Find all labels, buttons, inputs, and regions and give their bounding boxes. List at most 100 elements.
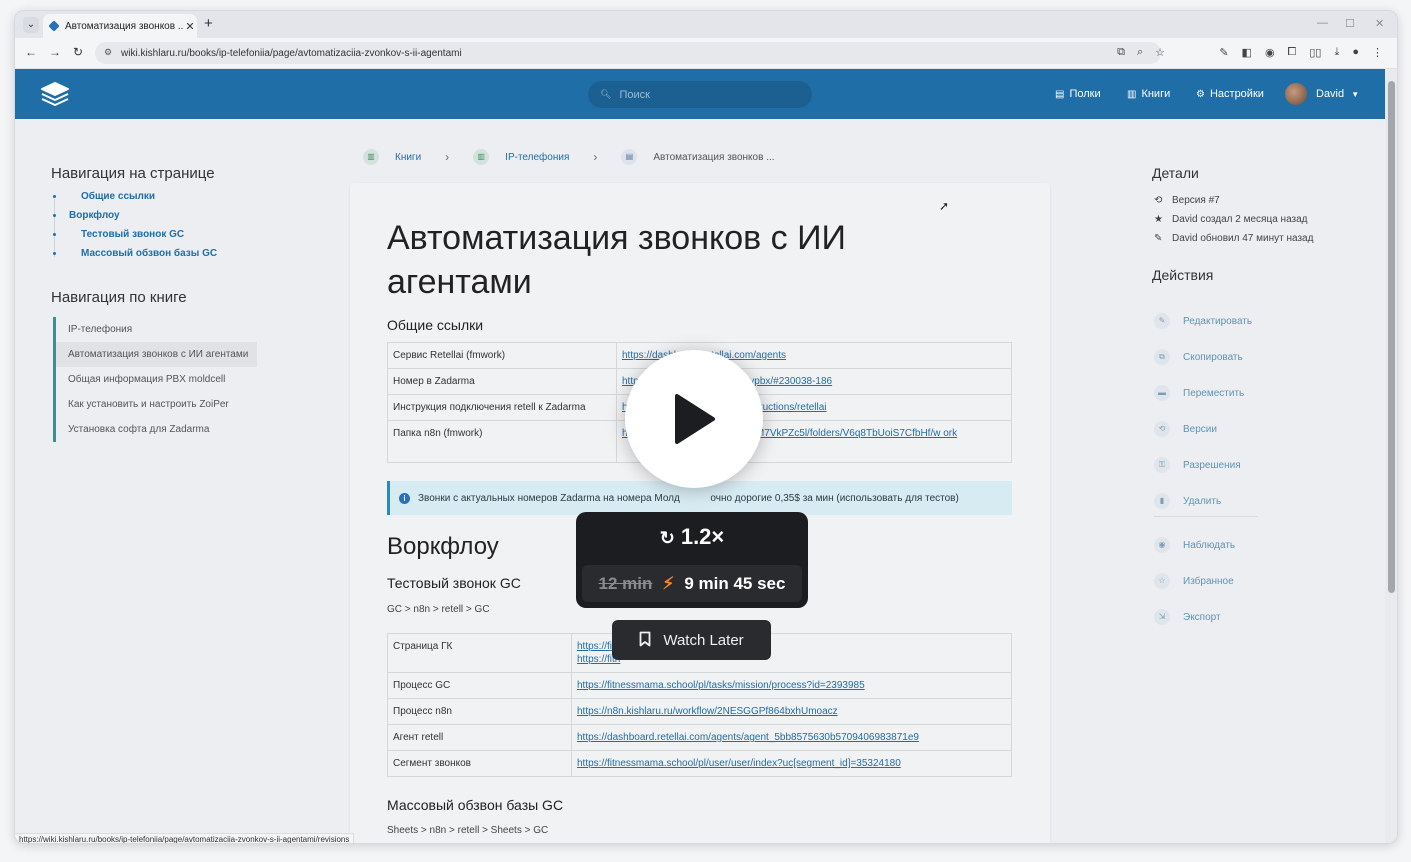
reading-mode-icon[interactable]: ▯▯ [1309,46,1321,59]
bookmark-icon [639,631,651,650]
url-text: wiki.kishlaru.ru/books/ip-telefoniia/pag… [121,47,462,59]
bookstack-favicon-icon [48,20,60,32]
watch-later-button[interactable]: Watch Later [612,620,771,660]
minimize-icon[interactable]: — [1317,17,1328,29]
section-heading: Воркфлоу [387,533,499,560]
breadcrumb-books[interactable]: Книги [395,152,421,163]
actions-list: ✎ Редактировать ⧉ Скопировать ▬ Переместить… [1154,303,1252,519]
action-favourite[interactable]: ☆ Избранное [1154,563,1235,599]
book-nav-title: Навигация по книге [51,289,187,306]
site-info-icon[interactable]: ⚙ [104,47,112,58]
nav-shelves-label: Полки [1069,88,1101,100]
page-nav-item[interactable]: Тестовый звонок GC [53,229,217,248]
nav-shelves[interactable]: ▤ Полки [1055,88,1101,100]
maximize-icon[interactable]: ☐ [1345,17,1355,30]
table-cell: Папка n8n (fmwork) [387,420,617,463]
book-nav-item[interactable]: Общая информация PBX moldcell [53,367,257,392]
page-scrollbar[interactable] [1385,69,1397,843]
table-cell: Сегмент звонков [387,750,572,777]
address-bar[interactable]: ⚙ wiki.kishlaru.ru/books/ip-telefoniia/p… [95,42,1161,64]
action-revisions[interactable]: ⟲ Версии [1154,411,1252,447]
lock-icon: ⚿ [1154,457,1170,473]
play-icon [675,394,715,444]
flow-text: GC > n8n > retell > GC [387,604,490,615]
profile-icon[interactable]: ● [1352,46,1359,59]
nav-settings-label: Настройки [1209,88,1264,100]
pencil-icon: ✎ [1154,313,1170,329]
zoom-icon[interactable]: ⌕ [1137,46,1143,59]
page-nav-item[interactable]: Воркфлоу [53,210,217,229]
action-move[interactable]: ▬ Переместить [1154,375,1252,411]
book-nav-item[interactable]: Как установить и настроить ZoiPer [53,392,257,417]
book-icon: ▥ [473,149,490,165]
bookmark-star-icon[interactable]: ☆ [1155,46,1165,59]
extension-eye-icon[interactable]: ◉ [1265,46,1275,59]
page-nav-link: Тестовый звонок GC [81,229,185,240]
table-cell: https://dashboard.retellai.com/agents/ag… [571,724,1012,751]
search-input[interactable]: 🔍︎ Поиск [588,81,812,108]
gear-icon: ⚙ [1196,88,1205,100]
table-link[interactable]: https://fitnessmama.school/pl/tasks/miss… [577,680,865,691]
action-copy[interactable]: ⧉ Скопировать [1154,339,1252,375]
reload-icon[interactable]: ↻ [73,45,83,59]
search-icon: 🔍︎ [600,89,612,99]
book-icon: ▥ [363,149,379,165]
downloads-icon[interactable]: ⤓ [1334,46,1339,59]
action-permissions[interactable]: ⚿ Разрешения [1154,447,1252,483]
actions-title: Действия [1152,267,1214,283]
extension-icon[interactable]: ◧ [1242,46,1252,59]
nav-settings[interactable]: ⚙ Настройки [1196,88,1264,100]
subsection-heading: Массовый обзвон базы GC [387,797,564,813]
action-label: Версии [1183,423,1217,435]
bookstack-logo-icon[interactable] [39,80,71,108]
table-cell: https://fitnessmama.school/pl/tasks/miss… [571,672,1012,699]
user-menu[interactable]: David ▼ [1316,88,1359,100]
table-link[interactable]: https://dashboard.retellai.com/agents/ag… [577,732,919,743]
action-label: Удалить [1183,495,1222,507]
avatar[interactable] [1285,83,1307,105]
play-button[interactable] [625,350,763,488]
table-link[interactable]: https://n8n.kishlaru.ru/workflow/2NESGGP… [577,706,838,717]
status-bar-url: https://wiki.kishlaru.ru/books/ip-telefo… [15,833,355,843]
action-label: Переместить [1183,387,1245,399]
new-tab-icon[interactable]: + [204,15,213,32]
folder-icon: ▬ [1154,385,1170,401]
action-edit[interactable]: ✎ Редактировать [1154,303,1252,339]
table-cell: https://n8n.kishlaru.ru/workflow/2NESGGP… [571,698,1012,725]
close-window-icon[interactable]: ✕ [1375,17,1384,30]
flow-text: Sheets > n8n > retell > Sheets > GC [387,825,549,836]
nav-books-label: Книги [1141,88,1171,100]
breadcrumb: ▥ Книги › ▥ IP-телефония › ▤ Автоматизац… [363,149,775,165]
extensions-puzzle-icon[interactable]: ⧠ [1288,46,1297,59]
page-nav-item[interactable]: Массовый обзвон базы GC [53,248,217,267]
book-nav-item[interactable]: IP-телефония [53,317,257,342]
page-nav-link: Общие ссылки [81,191,156,202]
action-delete[interactable]: ▮ Удалить [1154,483,1252,519]
breadcrumb-page[interactable]: Автоматизация звонков ... [653,152,774,163]
extension-pen-icon[interactable]: ✎ [1219,46,1228,59]
breadcrumb-book[interactable]: IP-телефония [505,152,569,163]
action-watch[interactable]: ◉ Наблюдать [1154,527,1235,563]
close-tab-icon[interactable]: ✕ [183,20,197,33]
book-nav-item[interactable]: Установка софта для Zadarma [53,417,257,442]
table-cell: Процесс n8n [387,698,572,725]
action-export[interactable]: ⇲ Экспорт [1154,599,1235,635]
table-link[interactable]: https://fitnessmama.school/pl/user/user/… [577,758,901,769]
star-icon: ★ [1154,214,1163,225]
playback-speed-panel: ↻ 1.2× 12 min ⚡︎ 9 min 45 sec [576,512,808,608]
scrollbar-thumb[interactable] [1388,81,1395,593]
callout-text: Звонки с актуальных номеров Zadarma на н… [418,492,959,504]
forward-icon[interactable]: → [49,45,61,59]
book-nav-item-active[interactable]: Автоматизация звонков с ИИ агентами [53,342,257,367]
menu-dots-icon[interactable]: ⋮ [1372,46,1383,59]
page-nav-item[interactable]: Общие ссылки [53,191,217,210]
table-row: Процесс GC https://fitnessmama.school/pl… [387,672,1012,699]
install-app-icon[interactable]: ⧉ [1117,46,1125,59]
active-tab[interactable]: Автоматизация звонков ... | W ✕ [43,14,197,38]
tab-search-icon[interactable]: ⌄ [23,17,39,33]
history-icon: ⟲ [1154,195,1163,206]
subsection-heading: Тестовый звонок GC [387,575,521,591]
nav-books[interactable]: ▥ Книги [1127,88,1170,100]
back-icon[interactable]: ← [25,45,37,59]
speed-label: ↻ 1.2× [576,524,808,550]
